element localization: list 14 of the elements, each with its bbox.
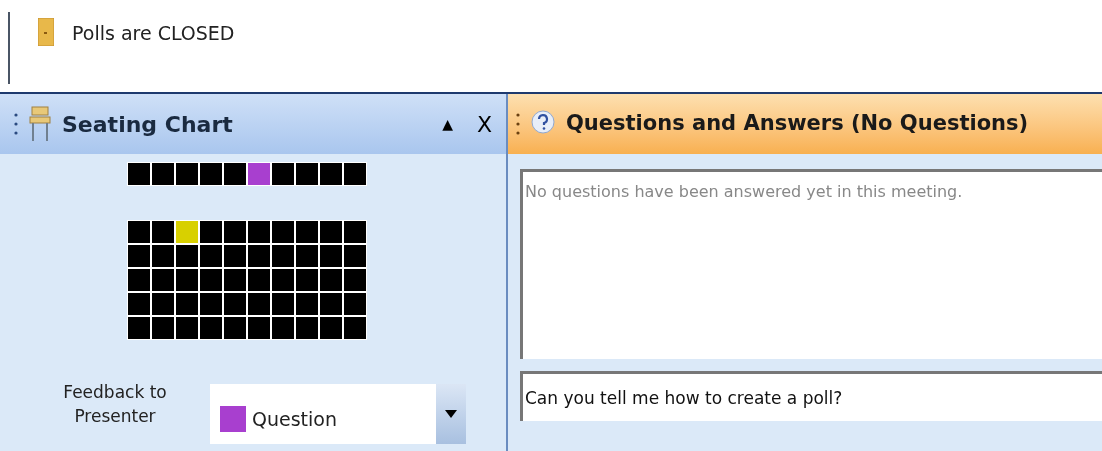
grip-icon bbox=[14, 113, 18, 135]
feedback-label: Feedback to Presenter bbox=[62, 381, 168, 428]
empty-answers-text: No questions have been answered yet in this meeting. bbox=[525, 182, 963, 201]
grip-icon bbox=[516, 113, 520, 135]
door-icon bbox=[38, 18, 54, 46]
panel-title: Seating Chart bbox=[62, 110, 234, 139]
panel-title: Questions and Answers (No Questions) bbox=[566, 110, 1029, 138]
feedback-dropdown[interactable]: Question bbox=[210, 384, 466, 444]
question-input[interactable]: Can you tell me how to create a poll? bbox=[520, 371, 1102, 421]
close-button[interactable]: X bbox=[476, 107, 492, 141]
chair-icon bbox=[28, 105, 52, 143]
collapse-button[interactable]: ▲ bbox=[442, 113, 453, 135]
poll-status-text: Polls are CLOSED bbox=[72, 21, 235, 46]
feedback-value: Question bbox=[252, 406, 338, 432]
